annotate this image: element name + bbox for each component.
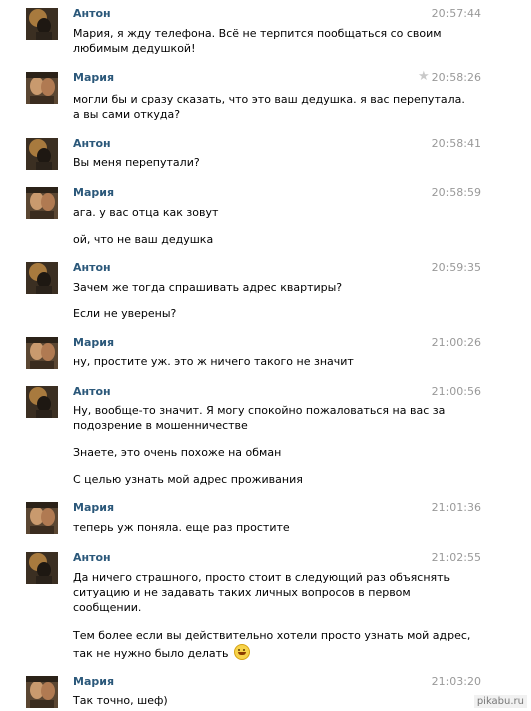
timestamp[interactable]: 21:02:55 bbox=[432, 551, 481, 564]
message-text: Если не уверены? bbox=[73, 307, 177, 320]
star-icon[interactable]: ★ bbox=[418, 69, 430, 84]
avatar-anton[interactable] bbox=[26, 552, 58, 584]
message-text: ой, что не ваш дедушка bbox=[73, 233, 214, 246]
message-text: а вы сами откуда? bbox=[73, 108, 181, 121]
message-text: ситуацию и не задавать таких личных вопр… bbox=[73, 586, 411, 599]
timestamp[interactable]: 21:00:26 bbox=[432, 336, 481, 349]
timestamp[interactable]: 20:58:41 bbox=[432, 137, 481, 150]
author-name[interactable]: Антон bbox=[73, 551, 111, 564]
avatar-maria[interactable] bbox=[26, 337, 58, 369]
message-text: Да ничего страшного, просто стоит в след… bbox=[73, 571, 451, 584]
message-text: Так точно, шеф) bbox=[73, 694, 168, 707]
avatar-anton[interactable] bbox=[26, 262, 58, 294]
message-text: Зачем же тогда спрашивать адрес квартиры… bbox=[73, 281, 343, 294]
message-text: ага. у вас отца как зовут bbox=[73, 206, 219, 219]
author-name[interactable]: Мария bbox=[73, 71, 114, 84]
author-name[interactable]: Антон bbox=[73, 385, 111, 398]
message-text: теперь уж поняла. еще раз простите bbox=[73, 521, 290, 534]
message-text: Знаете, это очень похоже на обман bbox=[73, 446, 282, 459]
timestamp[interactable]: 21:00:56 bbox=[432, 385, 481, 398]
author-name[interactable]: Антон bbox=[73, 137, 111, 150]
message-text: могли бы и сразу сказать, что это ваш де… bbox=[73, 93, 465, 106]
message-text: С целью узнать мой адрес проживания bbox=[73, 473, 303, 486]
avatar-anton[interactable] bbox=[26, 138, 58, 170]
message-text-with-emoji: так не нужно было делать bbox=[73, 644, 251, 661]
timestamp[interactable]: 20:59:35 bbox=[432, 261, 481, 274]
author-name[interactable]: Антон bbox=[73, 261, 111, 274]
author-name[interactable]: Мария bbox=[73, 336, 114, 349]
message-text: любимым дедушкой! bbox=[73, 42, 196, 55]
message-text: Ну, вообще-то значит. Я могу спокойно по… bbox=[73, 404, 446, 417]
message-text: сообщении. bbox=[73, 601, 142, 614]
message-text: так не нужно было делать bbox=[73, 647, 229, 660]
timestamp[interactable]: 20:58:59 bbox=[432, 186, 481, 199]
timestamp[interactable]: 21:01:36 bbox=[432, 501, 481, 514]
author-name[interactable]: Антон bbox=[73, 7, 111, 20]
message-text: Тем более если вы действительно хотели п… bbox=[73, 629, 471, 642]
laughing-emoji-icon bbox=[234, 644, 251, 660]
message-text: Мария, я жду телефона. Всё не терпится п… bbox=[73, 27, 442, 40]
avatar-maria[interactable] bbox=[26, 676, 58, 708]
author-name[interactable]: Мария bbox=[73, 186, 114, 199]
message-text: подозрение в мошенничестве bbox=[73, 419, 248, 432]
timestamp[interactable]: 20:57:44 bbox=[432, 7, 481, 20]
timestamp[interactable]: 21:03:20 bbox=[432, 675, 481, 688]
avatar-anton[interactable] bbox=[26, 8, 58, 40]
avatar-maria[interactable] bbox=[26, 187, 58, 219]
avatar-anton[interactable] bbox=[26, 386, 58, 418]
author-name[interactable]: Мария bbox=[73, 675, 114, 688]
message-text: ну, простите уж. это ж ничего такого не … bbox=[73, 355, 354, 368]
avatar-maria[interactable] bbox=[26, 72, 58, 104]
avatar-maria[interactable] bbox=[26, 502, 58, 534]
timestamp[interactable]: 20:58:26 bbox=[432, 71, 481, 84]
author-name[interactable]: Мария bbox=[73, 501, 114, 514]
message-text: Вы меня перепутали? bbox=[73, 156, 200, 169]
watermark: pikabu.ru bbox=[473, 695, 527, 708]
